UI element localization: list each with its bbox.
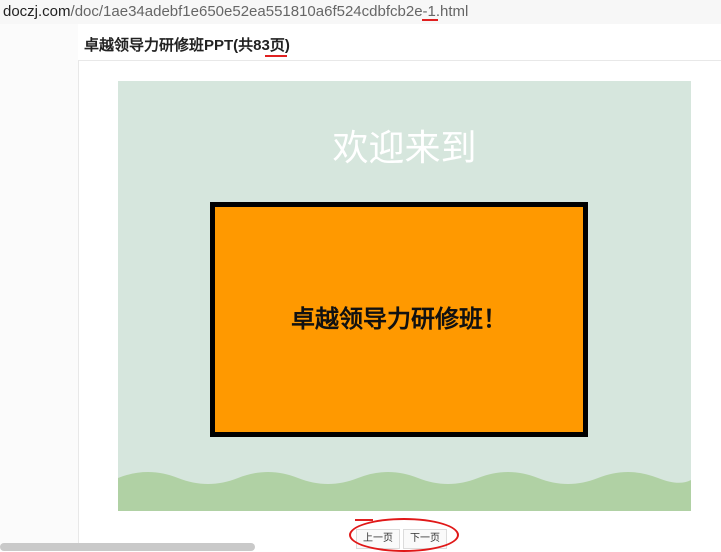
horizontal-scrollbar[interactable] <box>0 543 255 551</box>
slide-highlight-box: 卓越领导力研修班！ <box>210 202 588 437</box>
next-page-button[interactable]: 下一页 <box>403 529 447 549</box>
slide-heading: 欢迎来到 <box>332 128 477 169</box>
url-path: /doc/1ae34adebf1e650e52ea551810a6f524cdb… <box>70 3 469 20</box>
slide-page: 欢迎来到 卓越领导力研修班！ <box>118 81 691 511</box>
prev-page-button[interactable]: 上一页 <box>356 529 400 549</box>
title-underline-mark <box>265 55 287 57</box>
slide-wave-decoration <box>118 472 691 511</box>
url-domain: doczj.com <box>3 3 71 20</box>
annotation-tick <box>355 519 373 521</box>
slide-box-text: 卓越领导力研修班！ <box>291 304 507 333</box>
url-underline-mark <box>422 19 438 21</box>
left-gutter <box>0 24 78 551</box>
document-title: 卓越领导力研修班PPT(共83页) <box>84 37 290 54</box>
address-bar[interactable]: doczj.com/doc/1ae34adebf1e650e52ea551810… <box>0 0 721 24</box>
